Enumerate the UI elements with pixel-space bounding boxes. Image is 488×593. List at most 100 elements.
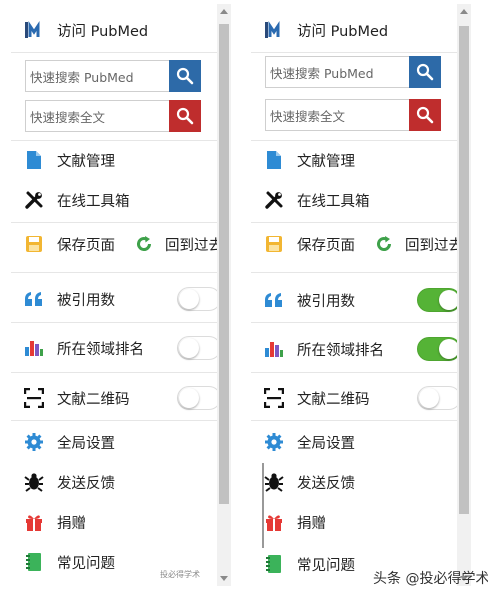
doc-manage-label: 文献管理 [297,153,355,170]
save-page-row: 保存页面 回到过去 [251,232,463,256]
bug-icon [263,471,285,493]
field-rank-label: 所在领域排名 [297,342,384,359]
settings-panel-left: 访问 PubMed 快速搜索 PubMed 快速搜索全文 文献管理 在线工具箱 … [11,4,231,586]
donate-label: 捐赠 [57,515,86,532]
refresh-icon[interactable] [375,234,393,254]
divider [11,272,217,273]
back-to-past-button[interactable]: 回到过去 [405,234,463,255]
pubmed-search-input[interactable]: 快速搜索 PubMed [25,60,169,92]
fulltext-search-button[interactable] [409,99,441,131]
global-settings-link[interactable]: 全局设置 [251,430,457,454]
save-page-button[interactable]: 保存页面 [297,234,355,255]
divider [11,222,217,223]
gear-icon [263,431,285,453]
toggle-knob [439,290,459,310]
faq-label: 常见问题 [57,555,115,572]
qr-scan-icon [23,387,45,409]
doc-manage-link[interactable]: 文献管理 [11,148,217,172]
scrollbar[interactable] [217,4,231,586]
pubmed-logo-icon [263,19,285,41]
fulltext-search-input[interactable]: 快速搜索全文 [265,99,409,131]
visit-pubmed-link[interactable]: 访问 PubMed [251,18,457,42]
pubmed-search: 快速搜索 PubMed [25,60,201,92]
doc-manage-label: 文献管理 [57,153,115,170]
divider [251,420,457,421]
faq-label: 常见问题 [297,557,355,574]
online-tools-label: 在线工具箱 [297,193,370,210]
online-tools-label: 在线工具箱 [57,193,130,210]
gear-icon [23,431,45,453]
pubmed-search: 快速搜索 PubMed [265,56,441,88]
document-icon [263,149,285,171]
tools-icon [263,189,285,211]
search-icon [416,106,434,124]
field-rank-toggle[interactable] [417,337,461,361]
quote-icon [23,288,45,310]
feedback-link[interactable]: 发送反馈 [11,470,217,494]
donate-link[interactable]: 捐赠 [11,510,217,534]
global-settings-label: 全局设置 [297,435,355,452]
watermark-left: 投必得学术 [160,570,200,579]
divider [11,52,217,53]
bar-chart-icon [263,338,285,360]
divider [251,140,457,141]
fulltext-search-input[interactable]: 快速搜索全文 [25,100,169,132]
cited-count-label: 被引用数 [57,292,115,309]
pubmed-search-button[interactable] [169,60,201,92]
donate-label: 捐赠 [297,515,326,532]
field-rank-toggle[interactable] [177,336,221,360]
fulltext-search: 快速搜索全文 [265,99,441,131]
scrollbar-thumb[interactable] [459,26,469,514]
save-icon[interactable] [23,233,45,255]
toggle-knob [179,388,199,408]
scrollbar-thumb[interactable] [219,24,229,504]
divider [11,140,217,141]
back-to-past-button[interactable]: 回到过去 [165,234,223,255]
online-tools-link[interactable]: 在线工具箱 [251,188,457,212]
qr-code-toggle[interactable] [417,386,461,410]
feedback-link[interactable]: 发送反馈 [251,470,457,494]
global-settings-link[interactable]: 全局设置 [11,430,217,454]
toggle-knob [179,289,199,309]
document-icon [23,149,45,171]
scrollbar[interactable] [457,4,471,586]
divider [11,420,217,421]
divider [251,222,457,223]
refresh-icon[interactable] [135,234,153,254]
visit-pubmed-label: 访问 PubMed [297,23,389,40]
cited-count-toggle[interactable] [417,288,461,312]
online-tools-link[interactable]: 在线工具箱 [11,188,217,212]
scroll-up-arrow-icon[interactable] [220,9,228,14]
qr-code-label: 文献二维码 [57,391,130,408]
gift-icon [23,511,45,533]
visit-pubmed-label: 访问 PubMed [57,23,149,40]
save-page-button[interactable]: 保存页面 [57,234,115,255]
faq-book-icon [23,551,45,573]
visit-pubmed-link[interactable]: 访问 PubMed [11,18,217,42]
search-icon [416,63,434,81]
scroll-up-arrow-icon[interactable] [460,9,468,14]
cited-count-toggle[interactable] [177,287,221,311]
bar-chart-icon [23,337,45,359]
pubmed-search-button[interactable] [409,56,441,88]
divider [251,52,457,53]
settings-panel-right: 访问 PubMed 快速搜索 PubMed 快速搜索全文 文献管理 在线工具箱 … [251,4,471,586]
qr-code-toggle[interactable] [177,386,221,410]
fulltext-search: 快速搜索全文 [25,100,201,132]
quote-icon [263,289,285,311]
bug-icon [23,471,45,493]
pubmed-search-input[interactable]: 快速搜索 PubMed [265,56,409,88]
panel-edge-shadow [262,463,264,548]
faq-book-icon [263,553,285,575]
cited-count-label: 被引用数 [297,293,355,310]
save-icon[interactable] [263,233,285,255]
divider [251,322,457,323]
divider [11,322,217,323]
divider [251,272,457,273]
donate-link[interactable]: 捐赠 [251,510,457,534]
fulltext-search-button[interactable] [169,100,201,132]
field-rank-label: 所在领域排名 [57,341,144,358]
doc-manage-link[interactable]: 文献管理 [251,148,457,172]
divider [251,372,457,373]
scroll-down-arrow-icon[interactable] [220,576,228,581]
